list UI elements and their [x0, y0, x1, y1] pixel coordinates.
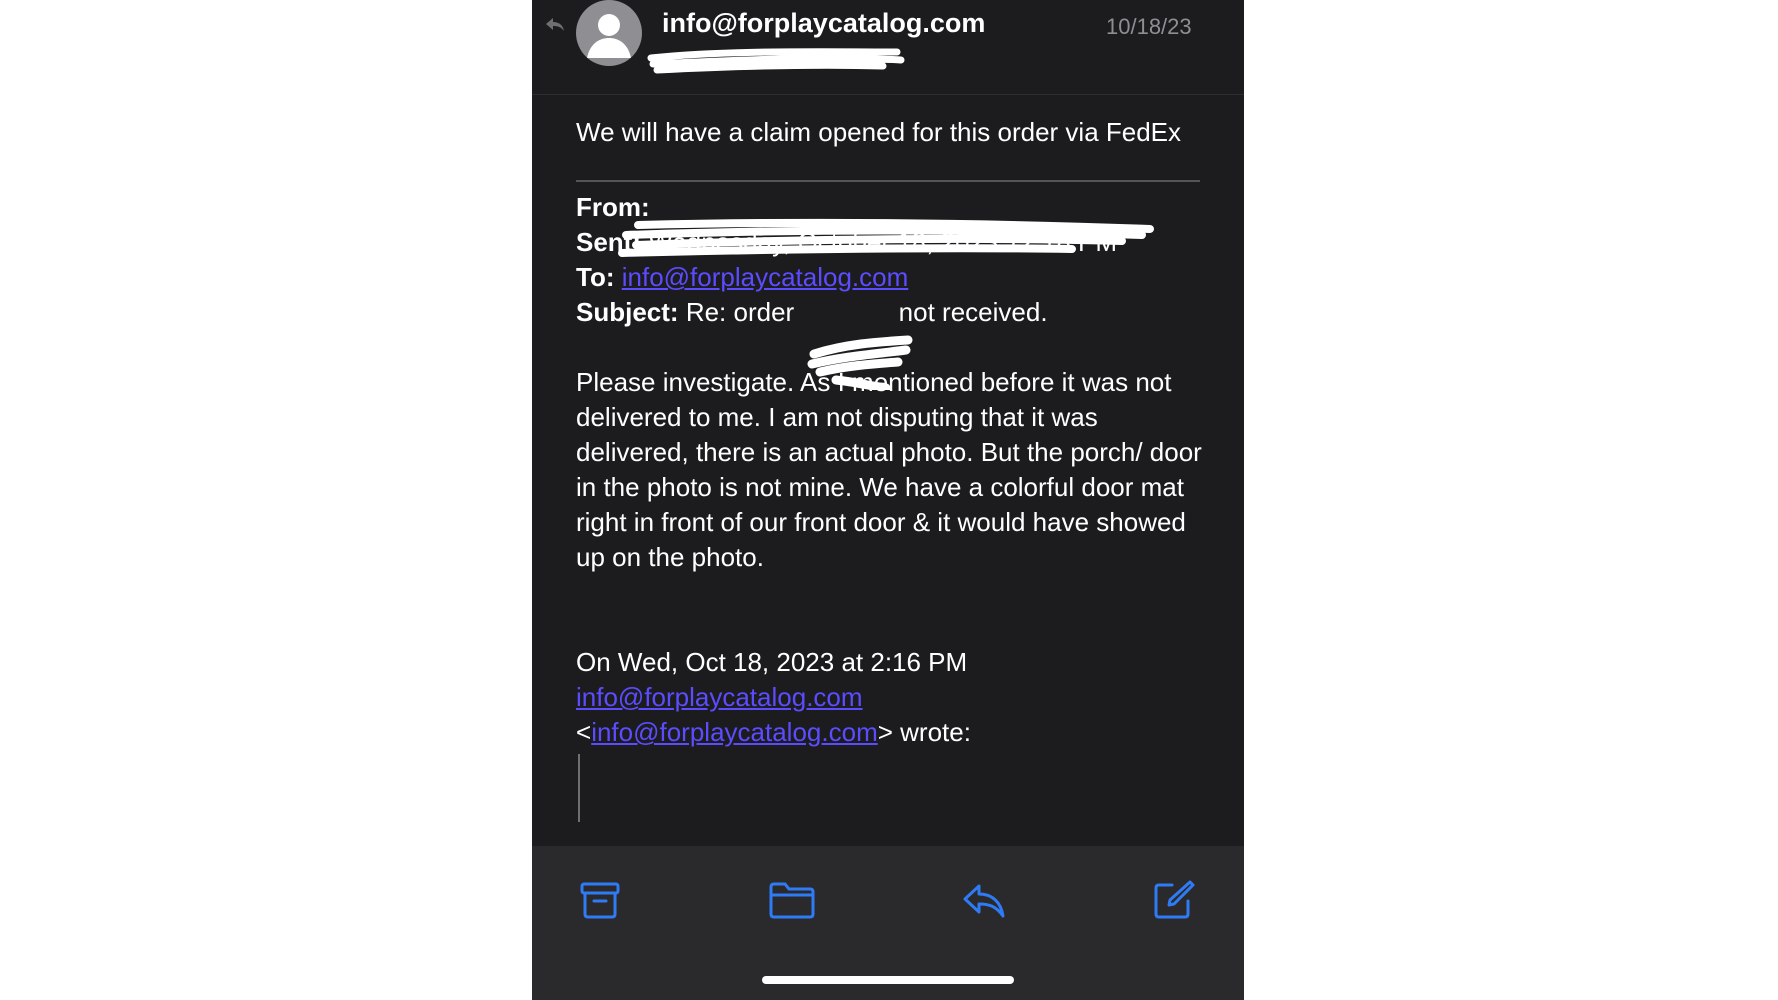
compose-button[interactable] — [1150, 876, 1198, 924]
to-email-link[interactable]: info@forplaycatalog.com — [622, 262, 909, 292]
message-paragraph: Please investigate. As I mentioned befor… — [576, 367, 1202, 572]
subject-line: Subject: Re: order not received. — [576, 295, 1206, 330]
quote-header: On Wed, Oct 18, 2023 at 2:16 PM info@for… — [576, 645, 1206, 750]
email-screen: info@forplaycatalog.com 10/18/23 We will… — [532, 0, 1244, 1000]
subject-prefix: Re: order — [685, 297, 795, 327]
quote-email-link[interactable]: info@forplaycatalog.com — [576, 682, 863, 712]
email-body: We will have a claim opened for this ord… — [576, 115, 1206, 822]
sent-line: Sent: Wednesday, October 18, 2023 12:18 … — [576, 225, 1206, 260]
quote-bar — [578, 754, 580, 822]
redaction-scribble — [647, 48, 905, 74]
quote-email-angle-link[interactable]: info@forplaycatalog.com — [591, 717, 878, 747]
from-line: From: — [576, 190, 1206, 225]
to-line: To: info@forplaycatalog.com — [576, 260, 1206, 295]
sent-label: Sent: — [576, 227, 641, 257]
quote-open-bracket: < — [576, 717, 592, 747]
from-label: From: — [576, 192, 650, 222]
folder-icon — [769, 882, 815, 919]
sender-address[interactable]: info@forplaycatalog.com — [662, 8, 985, 39]
quote-date: On Wed, Oct 18, 2023 at 2:16 PM — [576, 647, 968, 677]
sender-avatar[interactable] — [576, 0, 642, 66]
home-indicator[interactable] — [762, 976, 1014, 984]
reply-icon — [963, 884, 1005, 918]
email-header: info@forplaycatalog.com 10/18/23 — [532, 0, 1244, 95]
archive-button[interactable] — [576, 876, 624, 924]
move-folder-button[interactable] — [768, 876, 816, 924]
reply-text: We will have a claim opened for this ord… — [576, 117, 1182, 147]
sent-value: Wednesday, October 18, 2023 12:18 PM — [648, 227, 1118, 257]
subject-suffix: not received. — [898, 297, 1048, 327]
archive-icon — [580, 882, 620, 919]
replied-indicator-icon — [544, 14, 566, 36]
reply-button[interactable] — [960, 876, 1008, 924]
separator-line — [576, 180, 1200, 182]
subject-label: Subject: — [576, 297, 679, 327]
to-label: To: — [576, 262, 615, 292]
message-date: 10/18/23 — [1106, 14, 1192, 39]
compose-icon — [1154, 880, 1195, 919]
quote-wrote: > wrote: — [877, 717, 971, 747]
bottom-toolbar — [532, 846, 1244, 1000]
